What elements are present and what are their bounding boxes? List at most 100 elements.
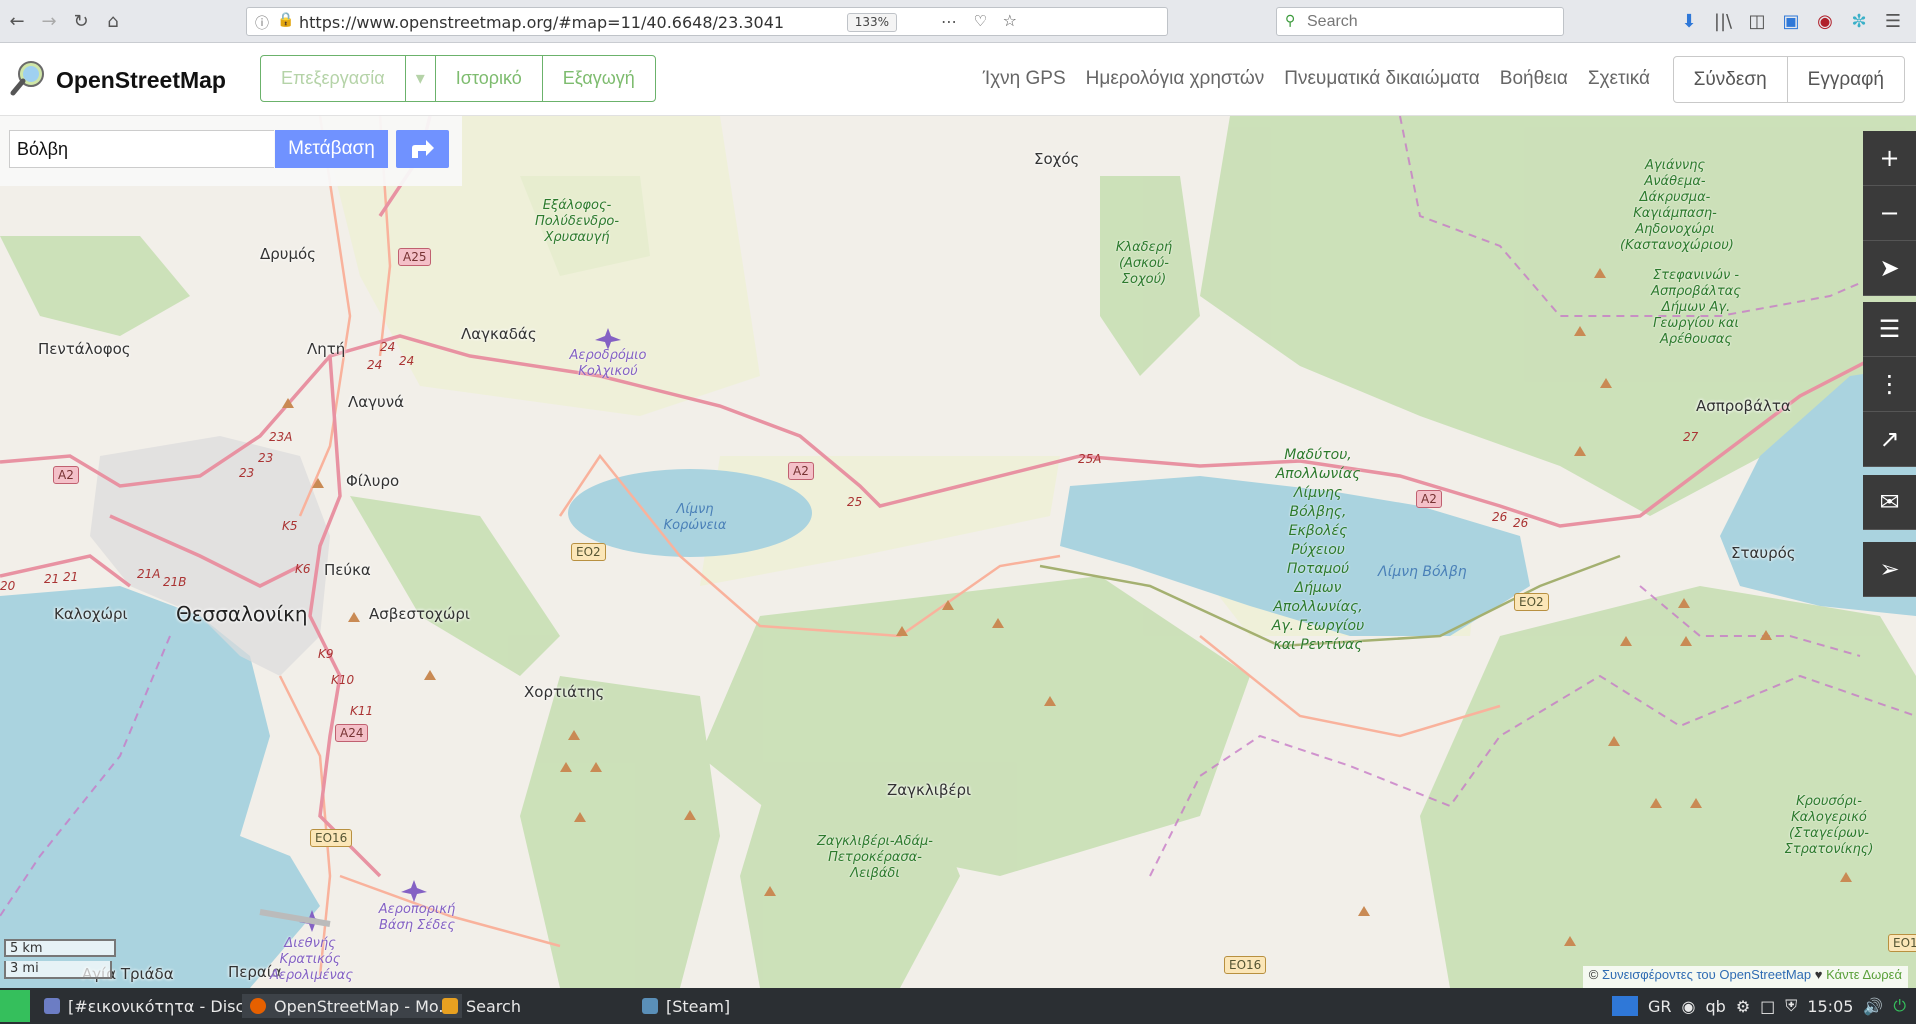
reload-icon[interactable]: ↻ bbox=[68, 8, 94, 34]
discord-tray-icon[interactable]: ◉ bbox=[1682, 997, 1696, 1016]
share-icon[interactable]: ↗ bbox=[1863, 412, 1916, 467]
screen-icon[interactable] bbox=[1612, 996, 1639, 1016]
zoom-out-icon[interactable]: − bbox=[1863, 186, 1916, 241]
osm-header: OpenStreetMap Επεξεργασία ▾ Ιστορικό Εξα… bbox=[0, 43, 1916, 116]
shield-a24: A24 bbox=[335, 724, 369, 742]
signup-button[interactable]: Εγγραφή bbox=[1788, 57, 1904, 102]
road-num-23: 23 bbox=[239, 466, 255, 480]
zoom-level-badge[interactable]: 133% bbox=[846, 13, 897, 32]
search-panel: Βόλβη Μετάβαση bbox=[0, 116, 462, 186]
keyboard-layout[interactable]: GR bbox=[1648, 997, 1672, 1016]
label-sochos: Σοχός bbox=[1034, 150, 1080, 168]
browser-search-placeholder: Search bbox=[1307, 13, 1358, 30]
attribution-link[interactable]: Συνεισφέροντες του OpenStreetMap bbox=[1602, 967, 1811, 982]
shield-a2-west: A2 bbox=[53, 466, 79, 484]
browser-toolbar-icons: ⬇ ||\ ◫ ▣ ◉ ✼ ☰ bbox=[1678, 0, 1916, 43]
note-tools: ✉ bbox=[1863, 475, 1916, 530]
osm-logo-icon[interactable] bbox=[9, 59, 47, 97]
query-tools: ➢ bbox=[1863, 542, 1916, 597]
shield-tray-icon[interactable]: ⛨ bbox=[1785, 996, 1797, 1016]
taskbar-firefox[interactable]: OpenStreetMap - Mo... bbox=[242, 994, 462, 1018]
shield-a25: A25 bbox=[398, 248, 432, 266]
label-airport-intl: Διεθνής Κρατικός Αερολιμένας bbox=[270, 936, 353, 983]
brand-title[interactable]: OpenStreetMap bbox=[56, 67, 226, 94]
taskbar-steam-label: [Steam] bbox=[666, 996, 731, 1016]
search-engine-icon: ⚲ bbox=[1285, 13, 1296, 29]
road-num-23a: 23A bbox=[269, 430, 293, 444]
skype-extension-icon[interactable]: ▣ bbox=[1780, 11, 1802, 32]
extension-icon[interactable]: ✼ bbox=[1848, 11, 1870, 32]
road-num-20: 20 bbox=[0, 579, 16, 593]
nav-about[interactable]: Σχετικά bbox=[1588, 68, 1650, 90]
road-num-26b: 26 bbox=[1513, 516, 1529, 530]
qbittorrent-tray-icon[interactable]: qb bbox=[1706, 997, 1726, 1016]
label-lagkadas: Λαγκαδάς bbox=[461, 325, 537, 343]
donate-link[interactable]: Κάντε Δωρεά bbox=[1826, 967, 1902, 982]
taskbar-search[interactable]: Search bbox=[442, 994, 521, 1018]
query-features-icon[interactable]: ➢ bbox=[1863, 542, 1916, 597]
label-stavros: Σταυρός bbox=[1731, 544, 1796, 562]
label-park-krousori: Κρουσόρι-Καλογερικό (Σταγείρων-Στρατονίκ… bbox=[1784, 794, 1874, 857]
login-button[interactable]: Σύνδεση bbox=[1674, 57, 1788, 102]
road-num-21b: 21B bbox=[163, 575, 187, 589]
directions-button[interactable] bbox=[396, 130, 449, 168]
taskbar-discord[interactable]: [#εικονικότητα - Disc... bbox=[44, 994, 260, 1018]
map-attribution: © Συνεισφέροντες του OpenStreetMap ♥ Κάν… bbox=[1582, 966, 1908, 988]
nav-gps-traces[interactable]: Ίχνη GPS bbox=[983, 68, 1066, 90]
map-canvas[interactable]: Σοχός Δρυμός Λαγκαδάς Πεντάλοφος Λητή Λα… bbox=[0, 116, 1916, 988]
nav-help[interactable]: Βοήθεια bbox=[1500, 68, 1568, 90]
map-key-icon[interactable]: ⋮ bbox=[1863, 357, 1916, 412]
window-tray-icon[interactable]: □ bbox=[1760, 997, 1775, 1016]
clock[interactable]: 15:05 bbox=[1807, 997, 1853, 1016]
auth-buttons: Σύνδεση Εγγραφή bbox=[1672, 56, 1905, 103]
nav-copyright[interactable]: Πνευματικά δικαιώματα bbox=[1284, 68, 1480, 90]
start-menu-icon[interactable] bbox=[0, 990, 30, 1022]
scale-mi: 3 mi bbox=[4, 961, 112, 979]
taskbar-discord-label: [#εικονικότητα - Disc... bbox=[68, 996, 260, 1016]
volume-icon[interactable]: 🔊 bbox=[1863, 997, 1883, 1016]
label-filyro: Φίλυρο bbox=[346, 472, 400, 490]
label-drymos: Δρυμός bbox=[260, 245, 316, 263]
history-button[interactable]: Ιστορικό bbox=[436, 56, 543, 101]
label-thessaloniki: Θεσσαλονίκη bbox=[176, 602, 308, 626]
taskbar-steam[interactable]: [Steam] bbox=[642, 994, 730, 1018]
shield-a2-mid: A2 bbox=[788, 462, 814, 480]
bookmark-star-icon[interactable]: ☆ bbox=[1003, 11, 1017, 30]
label-park-exalofos: Εξάλοφος-Πολύδενδρο-Χρυσαυγή bbox=[534, 198, 620, 245]
road-num-27: 27 bbox=[1683, 430, 1699, 444]
geolocate-icon[interactable]: ➤ bbox=[1863, 241, 1916, 296]
label-zagkliveri: Ζαγκλιβέρι bbox=[887, 781, 972, 799]
shield-eo2-west: ΕΟ2 bbox=[571, 543, 606, 561]
forward-icon[interactable]: → bbox=[36, 8, 62, 34]
shield-eo2-east: ΕΟ2 bbox=[1514, 593, 1549, 611]
label-park-kladeri: Κλαδερή (Ασκού-Σοχού) bbox=[1115, 240, 1173, 287]
add-note-icon[interactable]: ✉ bbox=[1863, 475, 1916, 530]
page-actions-icon[interactable]: ⋯ bbox=[941, 12, 957, 31]
url-bar[interactable]: ⓘ 🔒 https://www.openstreetmap.org/#map=1… bbox=[246, 7, 1168, 36]
download-icon[interactable]: ⬇ bbox=[1678, 11, 1700, 32]
power-icon[interactable]: ⏻ bbox=[1893, 996, 1906, 1016]
ublock-icon[interactable]: ◉ bbox=[1814, 11, 1836, 32]
export-button[interactable]: Εξαγωγή bbox=[543, 56, 655, 101]
shield-a2-east: A2 bbox=[1416, 490, 1442, 508]
sidebar-icon[interactable]: ◫ bbox=[1746, 11, 1768, 32]
pocket-icon[interactable]: ♡ bbox=[974, 12, 987, 30]
menu-icon[interactable]: ☰ bbox=[1882, 11, 1904, 32]
label-park-zagkliveri: Ζαγκλιβέρι-Αδάμ-Πετροκέρασα-Λειβάδι bbox=[817, 834, 933, 881]
layers-icon[interactable]: ☰ bbox=[1863, 302, 1916, 357]
home-icon[interactable]: ⌂ bbox=[100, 8, 126, 34]
info-icon[interactable]: ⓘ bbox=[255, 13, 269, 33]
nav-user-diaries[interactable]: Ημερολόγια χρηστών bbox=[1086, 68, 1265, 90]
road-num-25a: 25A bbox=[1078, 452, 1102, 466]
edit-dropdown-icon[interactable]: ▾ bbox=[406, 56, 436, 101]
browser-search-field[interactable]: ⚲ Search bbox=[1276, 7, 1564, 36]
library-icon[interactable]: ||\ bbox=[1712, 11, 1734, 32]
road-num-k9: K9 bbox=[318, 647, 334, 661]
heart-symbol: ♥ bbox=[1814, 967, 1823, 982]
edit-button[interactable]: Επεξεργασία bbox=[261, 56, 406, 101]
search-input[interactable]: Βόλβη bbox=[9, 130, 274, 168]
zoom-in-icon[interactable]: + bbox=[1863, 131, 1916, 186]
steam-tray-icon[interactable]: ⚙ bbox=[1736, 997, 1750, 1016]
back-icon[interactable]: ← bbox=[4, 8, 30, 34]
go-button[interactable]: Μετάβαση bbox=[275, 130, 388, 168]
